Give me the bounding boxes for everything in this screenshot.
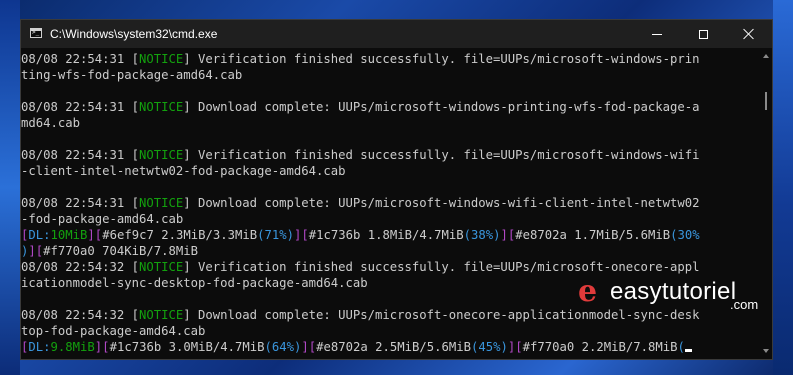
maximize-button[interactable] <box>680 20 726 48</box>
console-text-segment: ( <box>677 340 685 354</box>
window-title: C:\Windows\system32\cmd.exe <box>50 27 218 41</box>
console-text-segment: 08/08 22:54:31 [ <box>21 148 140 162</box>
desktop-wallpaper-left <box>0 0 20 375</box>
console-text-segment: 08/08 22:54:32 [ <box>21 260 140 274</box>
console-text-segment: (64%) <box>264 340 302 354</box>
console-line: icationmodel-sync-desktop-fod-package-am… <box>21 275 761 291</box>
console-line: [DL:10MiB][#6ef9c7 2.3MiB/3.3MiB(71%)][#… <box>21 227 761 243</box>
console-text-segment: NOTICE <box>139 100 184 114</box>
console-text-segment: ting-wfs-fod-package-amd64.cab <box>21 68 243 82</box>
console-text-segment: 08/08 22:54:31 [ <box>21 196 140 210</box>
console-line: [DL:9.8MiB][#1c736b 3.0MiB/4.7MiB(64%)][… <box>21 339 761 355</box>
console-text-segment: ][ <box>94 340 110 354</box>
console-text-segment: ] Verification finished successfully. fi… <box>183 148 700 162</box>
console-text-segment: 10MiB <box>50 228 88 242</box>
console-line: -fod-package-amd64.cab <box>21 211 761 227</box>
console-text-segment: NOTICE <box>139 196 184 210</box>
cmd-window: C:\Windows\system32\cmd.exe 08/08 22:54:… <box>20 19 773 360</box>
console-text-segment: #e8702a 2.5MiB/5.6MiB <box>316 340 471 354</box>
desktop-wallpaper-right <box>773 0 793 375</box>
console-text-segment: #6ef9c7 2.3MiB/3.3MiB <box>102 228 258 242</box>
console-text-segment: ] Download complete: UUPs/microsoft-wind… <box>183 196 700 210</box>
console-output[interactable]: 08/08 22:54:31 [NOTICE] Verification fin… <box>21 48 761 359</box>
console-text-segment: 9.8MiB <box>50 340 95 354</box>
console-line: ting-wfs-fod-package-amd64.cab <box>21 67 761 83</box>
console-text-segment: #f770a0 704KiB/7.8MiB <box>43 244 199 258</box>
console-text-segment: #1c736b 3.0MiB/4.7MiB <box>109 340 265 354</box>
console-text-segment: #e8702a 1.7MiB/5.6MiB <box>515 228 671 242</box>
close-button[interactable] <box>726 20 772 48</box>
console-text-segment: (30% <box>670 228 700 242</box>
console-text-segment: ][ <box>507 340 523 354</box>
console-text-segment: ][ <box>301 340 317 354</box>
console-text-segment: md64.cab <box>21 116 81 130</box>
console-text-segment: (71%) <box>257 228 294 242</box>
console-text-segment: (38%) <box>463 228 501 242</box>
console-text-segment: ][ <box>293 228 309 242</box>
console-text-segment: #1c736b 1.8MiB/4.7MiB <box>308 228 464 242</box>
console-text-segment: DL: <box>28 340 51 354</box>
console-text-segment: 08/08 22:54:32 [ <box>21 308 140 322</box>
console-text-segment: NOTICE <box>139 260 184 274</box>
console-text-segment: top-fod-package-amd64.cab <box>21 324 206 338</box>
console-text-segment: 08/08 22:54:31 [ <box>21 100 140 114</box>
maximize-icon <box>698 29 708 39</box>
console-text-segment: -fod-package-amd64.cab <box>21 212 184 226</box>
console-text-segment: ][ <box>500 228 516 242</box>
console-line: )][#f770a0 704KiB/7.8MiB <box>21 243 761 259</box>
scroll-down-arrow-icon[interactable] <box>763 349 769 353</box>
console-line: 08/08 22:54:32 [NOTICE] Download complet… <box>21 307 761 323</box>
console-text-segment: ] Download complete: UUPs/microsoft-wind… <box>183 100 700 114</box>
scroll-up-arrow-icon[interactable] <box>763 54 769 58</box>
console-text-segment: ] Verification finished successfully. fi… <box>183 260 700 274</box>
console-text-segment: NOTICE <box>139 308 184 322</box>
console-text-segment: ] Verification finished successfully. fi… <box>183 52 700 66</box>
console-text-segment: (45%) <box>471 340 508 354</box>
console-text-segment: -client-intel-netwtw02-fod-package-amd64… <box>21 164 346 178</box>
console-line: 08/08 22:54:31 [NOTICE] Verification fin… <box>21 147 761 163</box>
console-line: 08/08 22:54:32 [NOTICE] Verification fin… <box>21 259 761 275</box>
console-line: top-fod-package-amd64.cab <box>21 323 761 339</box>
console-line: -client-intel-netwtw02-fod-package-amd64… <box>21 163 761 179</box>
minimize-icon <box>652 33 662 35</box>
console-text-segment: NOTICE <box>139 52 184 66</box>
console-line: 08/08 22:54:31 [NOTICE] Download complet… <box>21 99 761 115</box>
console-text-segment: 08/08 22:54:31 [ <box>21 52 140 66</box>
title-bar[interactable]: C:\Windows\system32\cmd.exe <box>21 20 772 48</box>
console-line: 08/08 22:54:31 [NOTICE] Download complet… <box>21 195 761 211</box>
close-icon <box>743 28 755 40</box>
console-text-segment: DL: <box>28 228 51 242</box>
console-text-segment: ] Download complete: UUPs/microsoft-onec… <box>183 308 700 322</box>
console-text-segment: ][ <box>87 228 103 242</box>
vertical-scrollbar[interactable] <box>760 48 772 359</box>
scrollbar-thumb[interactable] <box>765 92 767 110</box>
minimize-button[interactable] <box>634 20 680 48</box>
console-text-segment: ][ <box>28 244 44 258</box>
cmd-icon <box>30 28 42 38</box>
console-text-segment: #f770a0 2.2MiB/7.8MiB <box>522 340 678 354</box>
text-cursor <box>684 349 692 352</box>
console-line: 08/08 22:54:31 [NOTICE] Verification fin… <box>21 51 761 67</box>
console-line: md64.cab <box>21 115 761 131</box>
console-text-segment: NOTICE <box>139 148 184 162</box>
console-text-segment: icationmodel-sync-desktop-fod-package-am… <box>21 276 368 290</box>
